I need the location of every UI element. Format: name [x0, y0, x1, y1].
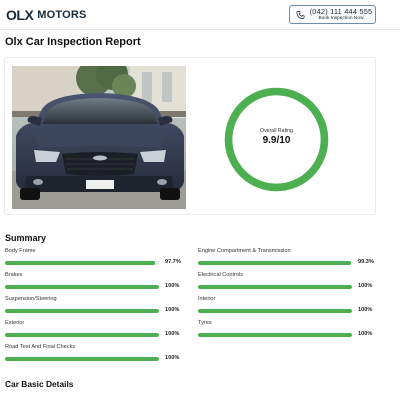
summary-item: Exterior 100% — [5, 320, 181, 340]
summary-item: Body Frame 97.7% — [5, 248, 181, 268]
summary-item-score: 100% — [165, 331, 180, 337]
summary-item-label: Road Test And Final Checks — [5, 344, 76, 350]
summary-item-score: 100% — [358, 283, 373, 289]
summary-item: Engine Compartment & Transmission 99.3% — [198, 248, 374, 268]
phone-number: (042) 111 444 555 — [309, 7, 373, 16]
summary-progress-bar — [5, 309, 159, 313]
summary-item-label: Engine Compartment & Transmission — [198, 248, 291, 254]
summary-progress-fill — [5, 285, 159, 289]
motors-logo-text: MOTORS — [37, 9, 87, 21]
summary-item: Road Test And Final Checks 100% — [5, 344, 181, 364]
olx-logo-mark: OLX — [6, 7, 34, 23]
summary-item-label: Interior — [198, 296, 216, 302]
summary-progress-bar — [198, 333, 352, 337]
summary-item-label: Brakes — [5, 272, 23, 278]
book-inspection-button[interactable]: (042) 111 444 555 Book Inspection Now — [289, 5, 376, 24]
summary-progress-fill — [198, 333, 352, 337]
summary-item: Brakes 100% — [5, 272, 181, 292]
summary-progress-fill — [198, 309, 352, 313]
car-basic-details-heading: Car Basic Details — [5, 379, 74, 389]
summary-item-score: 100% — [358, 307, 373, 313]
phone-icon — [296, 11, 305, 19]
summary-item-score: 100% — [165, 355, 180, 361]
summary-item-score: 100% — [165, 307, 180, 313]
summary-item-score: 100% — [165, 283, 180, 289]
summary-item: Tyres 100% — [198, 320, 374, 340]
summary-item-score: 97.7% — [165, 259, 181, 265]
summary-item: Interior 100% — [198, 296, 374, 316]
summary-progress-bar — [198, 261, 352, 265]
olx-motors-logo[interactable]: OLX MOTORS — [6, 7, 87, 23]
summary-progress-fill — [5, 333, 159, 337]
summary-item-label: Electrical Controls — [198, 272, 244, 278]
summary-progress-fill — [198, 285, 352, 289]
summary-progress-bar — [5, 261, 159, 265]
summary-progress-fill — [5, 261, 156, 265]
car-photo — [12, 66, 186, 209]
overall-rating-value: 9.9/10 — [262, 135, 291, 146]
summary-item: Electrical Controls 100% — [198, 272, 374, 292]
page-title: Olx Car Inspection Report — [5, 36, 141, 48]
summary-item: Suspension/Steering 100% — [5, 296, 181, 316]
report-hero-card: Overall Rating 9.9/10 — [4, 57, 376, 215]
overall-rating-label: Overall Rating — [260, 128, 293, 134]
summary-progress-bar — [5, 357, 159, 361]
summary-item-label: Suspension/Steering — [5, 296, 57, 302]
summary-progress-fill — [5, 309, 159, 313]
summary-heading: Summary — [5, 233, 47, 243]
top-navbar: OLX MOTORS (042) 111 444 555 Book Inspec… — [0, 0, 400, 30]
summary-item-label: Exterior — [5, 320, 25, 326]
summary-item-label: Tyres — [198, 320, 212, 326]
summary-item-score: 100% — [358, 331, 373, 337]
summary-progress-fill — [5, 357, 159, 361]
summary-progress-bar — [198, 285, 352, 289]
summary-progress-bar — [5, 333, 159, 337]
summary-item-label: Body Frame — [5, 248, 36, 254]
summary-progress-bar — [5, 285, 159, 289]
summary-progress-bar — [198, 309, 352, 313]
book-inspection-label: Book Inspection Now — [318, 16, 364, 21]
summary-progress-fill — [198, 261, 351, 265]
summary-item-score: 99.3% — [358, 259, 374, 265]
